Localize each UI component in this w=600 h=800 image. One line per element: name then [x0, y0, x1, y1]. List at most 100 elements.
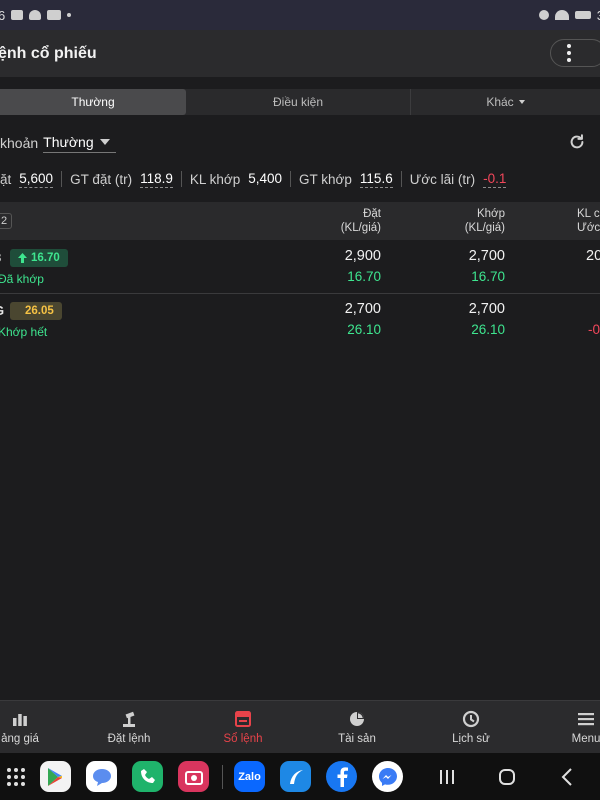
- price-tag-value: 26.05: [25, 305, 54, 317]
- order-book-icon: [235, 711, 251, 727]
- symbol-fragment: 3: [0, 250, 1, 265]
- order-count-badge: 2: [0, 213, 12, 229]
- order-row[interactable]: 3 16.70 Đã khớp 2,900 16.70 2,700 16.70 …: [0, 241, 600, 293]
- order-type-tabs: Thường Điều kiện Khác: [0, 89, 600, 115]
- system-navigation-bar: Zalo: [0, 753, 600, 800]
- clock-icon: [462, 710, 480, 728]
- zalo-icon[interactable]: Zalo: [234, 761, 265, 792]
- account-label: khoản: [0, 135, 39, 151]
- nav-assets-label: Tài sản: [338, 733, 376, 745]
- orders-table-header: 2 Đặt (KL/giá) Khớp (KL/giá) KL c Ước: [0, 202, 600, 240]
- account-type-select[interactable]: Thường: [43, 134, 116, 153]
- bottom-navigation: ảng giá Đặt lệnh Sổ lệnh Tài sản Lịch sử…: [0, 700, 600, 753]
- summary-divider: [61, 171, 63, 187]
- signal-icon: [574, 11, 591, 19]
- summary-matched-qty: 5,400: [248, 171, 283, 186]
- summary-matched-value: 115.6: [359, 170, 393, 188]
- nav-price-board-label: ảng giá: [1, 733, 39, 745]
- tab-normal[interactable]: Thường: [0, 89, 186, 115]
- dropdown-arrow-icon: [99, 138, 110, 145]
- header-extra-line1: KL c: [577, 208, 600, 220]
- nav-menu-label: Menu: [571, 733, 600, 745]
- price-tag: 16.70: [10, 249, 68, 267]
- order-status: Khớp hết: [0, 325, 48, 339]
- chart-bars-icon: [13, 714, 27, 726]
- nav-menu[interactable]: Menu: [564, 701, 600, 754]
- page-title: ệnh cổ phiếu: [0, 44, 97, 62]
- nav-history-label: Lịch sử: [452, 733, 490, 745]
- price-tag: 26.05: [10, 302, 62, 320]
- cloud-icon: [29, 10, 42, 20]
- header-matched: Khớp (KL/giá): [465, 207, 505, 235]
- more-vertical-icon: [567, 44, 571, 62]
- status-time: 6: [0, 7, 6, 23]
- tab-other-label: Khác: [486, 95, 514, 109]
- header-extra-line2: Ước: [577, 222, 600, 234]
- matched-qty: 2,700: [468, 301, 505, 317]
- header-placed-line2: (KL/giá): [340, 222, 381, 234]
- summary-est-pl-label: Ước lãi (tr): [409, 171, 476, 187]
- more-notifications-icon: [67, 13, 72, 17]
- alarm-icon: [538, 10, 549, 20]
- placed-qty: 2,900: [344, 248, 381, 264]
- price-tag-value: 16.70: [31, 252, 60, 264]
- header-matched-line2: (KL/giá): [464, 222, 505, 234]
- refresh-icon[interactable]: [568, 133, 586, 151]
- camera-icon[interactable]: [178, 761, 209, 792]
- more-options-button[interactable]: [550, 39, 600, 67]
- nav-order-book[interactable]: Sổ lệnh: [208, 701, 278, 754]
- gavel-icon: [123, 711, 135, 727]
- header-extra: KL c Ước: [577, 207, 600, 235]
- fireant-icon[interactable]: [280, 761, 311, 792]
- facebook-icon[interactable]: [326, 761, 357, 792]
- home-icon[interactable]: [497, 767, 517, 787]
- header-matched-line1: Khớp: [476, 208, 505, 220]
- pie-chart-icon: [350, 712, 364, 726]
- chevron-down-icon: [518, 100, 525, 104]
- tab-normal-label: Thường: [71, 95, 115, 109]
- header-placed-line1: Đặt: [363, 208, 381, 220]
- order-summary: ặt 5,600 GT đặt (tr) 118.9 KL khớp 5,400…: [0, 168, 600, 190]
- nav-price-board[interactable]: ảng giá: [0, 701, 48, 754]
- status-bar: 6 3: [0, 0, 600, 30]
- hamburger-icon: [578, 713, 594, 726]
- notification-icon: [47, 10, 62, 20]
- tab-other[interactable]: Khác: [411, 89, 600, 115]
- tab-conditional[interactable]: Điều kiện: [186, 89, 410, 115]
- summary-divider: [290, 171, 292, 187]
- est-pl-value: -0: [588, 322, 600, 337]
- nav-order-book-label: Sổ lệnh: [223, 733, 263, 745]
- summary-placed-value: 118.9: [140, 170, 173, 188]
- arrow-up-icon: [18, 253, 27, 263]
- messenger-icon[interactable]: [372, 761, 403, 792]
- placed-price: 16.70: [347, 269, 381, 284]
- recent-apps-icon[interactable]: [437, 767, 457, 787]
- matched-price: 16.70: [471, 269, 505, 284]
- status-left: 6: [0, 7, 72, 23]
- summary-matched-value-label: GT khớp: [299, 171, 352, 187]
- messages-icon[interactable]: [86, 761, 117, 792]
- summary-matched-qty-label: KL khớp: [189, 171, 241, 187]
- matched-qty: 2,700: [468, 248, 505, 264]
- zalo-label: Zalo: [238, 770, 261, 783]
- dock-divider: [222, 765, 223, 789]
- nav-place-order[interactable]: Đặt lệnh: [94, 701, 164, 754]
- summary-est-pl: -0.1: [483, 170, 507, 188]
- phone-icon[interactable]: [132, 761, 163, 792]
- extra-value: 20: [586, 248, 600, 264]
- play-store-icon[interactable]: [40, 761, 71, 792]
- summary-placed-value-label: GT đặt (tr): [70, 171, 133, 187]
- order-row[interactable]: G 26.05 Khớp hết 2,700 26.10 2,700 26.10…: [0, 294, 600, 346]
- nav-history[interactable]: Lịch sử: [436, 701, 506, 754]
- order-status: Đã khớp: [0, 272, 44, 286]
- header-placed: Đặt (KL/giá): [341, 207, 381, 235]
- image-icon: [11, 10, 24, 20]
- nav-assets[interactable]: Tài sản: [322, 701, 392, 754]
- app-grid-icon[interactable]: [6, 767, 26, 787]
- app-header: ệnh cổ phiếu: [0, 30, 600, 77]
- status-right: 3: [538, 8, 600, 23]
- tab-conditional-label: Điều kiện: [272, 95, 324, 109]
- placed-price: 26.10: [347, 322, 381, 337]
- wifi-icon: [554, 10, 569, 20]
- back-icon[interactable]: [558, 767, 578, 787]
